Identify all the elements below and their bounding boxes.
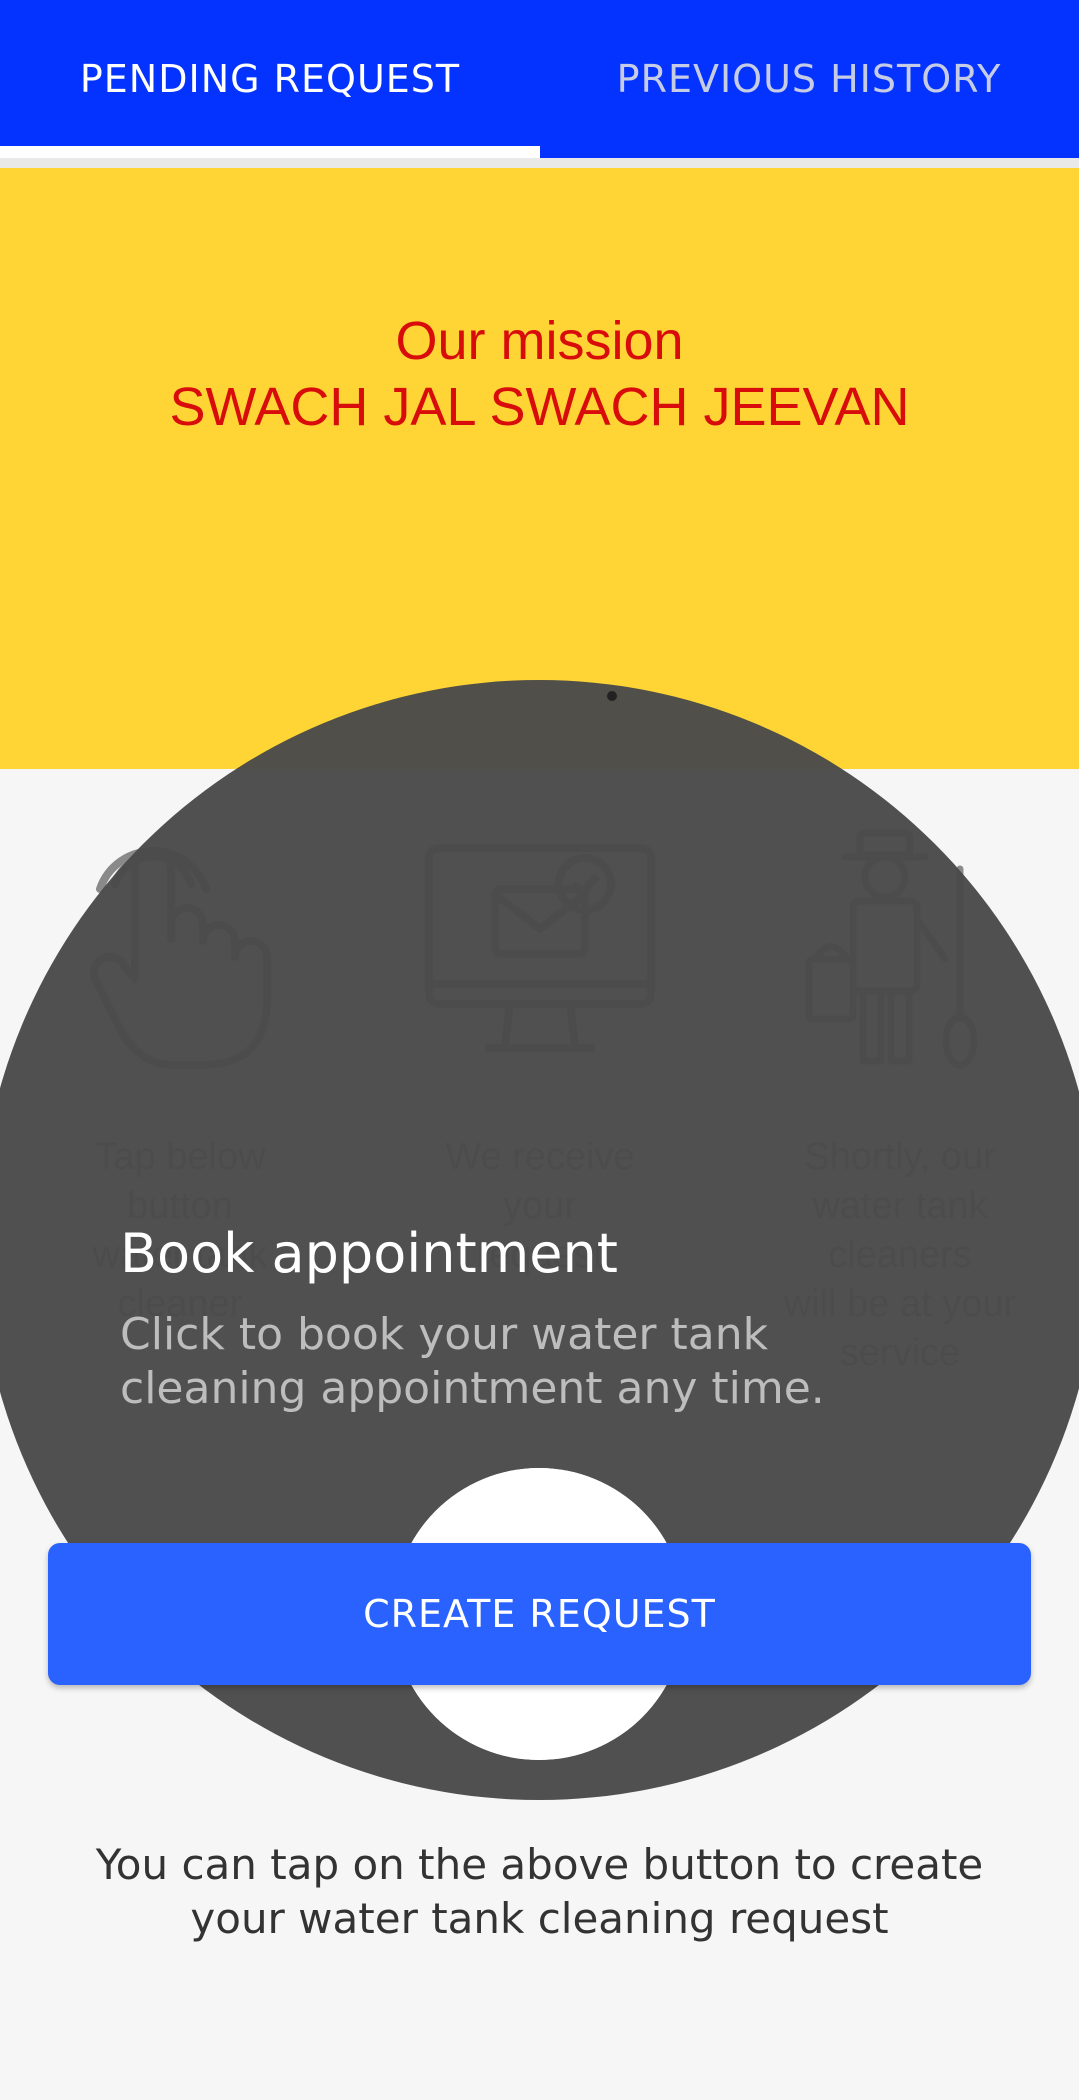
step2-line1: We receive your <box>445 1136 635 1227</box>
step3-line1: Shortly, our <box>804 1136 996 1178</box>
overlay-dot <box>607 691 617 701</box>
mission-banner: Our mission SWACH JAL SWACH JEEVAN <box>0 168 1079 769</box>
banner-line2: SWACH JAL SWACH JEEVAN <box>169 377 910 437</box>
computer-mail-icon <box>425 844 655 1052</box>
footer-help-text: You can tap on the above button to creat… <box>40 1838 1039 1946</box>
overlay-description: Click to book your water tank cleaning a… <box>120 1308 920 1416</box>
tab-previous-history-label: PREVIOUS HISTORY <box>616 57 1002 101</box>
tap-hand-icon <box>89 847 271 1069</box>
step3-line3: cleaners <box>828 1234 972 1276</box>
tab-previous-history[interactable]: PREVIOUS HISTORY <box>539 0 1079 158</box>
tab-bar: PENDING REQUEST PREVIOUS HISTORY <box>0 0 1079 158</box>
tab-pending-request-label: PENDING REQUEST <box>79 57 461 101</box>
banner-line1: Our mission <box>395 311 684 371</box>
divider <box>0 158 1079 168</box>
active-tab-indicator <box>0 146 540 158</box>
overlay-description-line1: Click to book your water tank <box>120 1309 769 1360</box>
footer-line2: your water tank cleaning request <box>190 1894 889 1943</box>
step1-line1: Tap below <box>94 1136 266 1178</box>
overlay-title: Book appointment <box>120 1222 618 1285</box>
step3-line2: water tank <box>812 1185 988 1227</box>
tab-pending-request[interactable]: PENDING REQUEST <box>0 0 540 158</box>
overlay-description-line2: cleaning appointment any time. <box>120 1363 825 1414</box>
create-request-label: CREATE REQUEST <box>363 1592 716 1636</box>
cleaner-worker-icon <box>805 829 978 1069</box>
create-request-button[interactable]: CREATE REQUEST <box>48 1543 1031 1685</box>
footer-line1: You can tap on the above button to creat… <box>95 1840 984 1889</box>
